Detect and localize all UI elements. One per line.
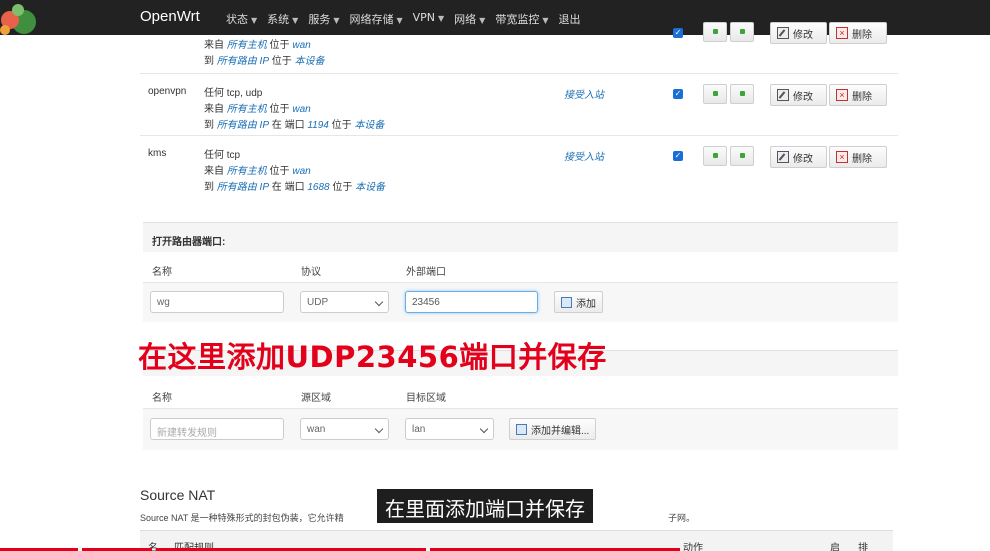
edit-icon [777,27,789,39]
col-external-port: 外部端口 [406,267,446,278]
add-port-button[interactable]: 添加 [554,291,603,313]
snat-description-tail: 子网。 [668,513,696,523]
menu-network[interactable]: 网络 ▼ [454,11,485,27]
dest-zone-select[interactable]: lan [405,418,494,440]
add-icon [516,423,527,435]
col-enable: 启 [830,543,840,551]
sort-buttons [703,146,754,166]
move-up-button[interactable] [703,84,727,104]
divider [140,135,898,136]
move-down-button[interactable] [730,22,754,42]
chevron-down-icon: ▼ [333,16,340,25]
delete-button[interactable]: × 删除 [829,22,887,44]
col-action: 动作 [683,543,703,551]
col-source-zone: 源区域 [301,393,331,404]
delete-icon: × [836,27,848,39]
rule-action: 接受入站 [564,152,604,163]
menu-system[interactable]: 系统 ▼ [267,11,298,27]
sort-buttons [703,84,754,104]
col-name: 名称 [152,393,172,404]
divider [140,73,898,74]
menu-bandwidth[interactable]: 带宽监控 ▼ [495,11,548,27]
enable-checkbox[interactable]: ✓ [673,151,683,161]
rule-match: 来自 所有主机 位于 wan 到 所有路由 IP 位于 本设备 [204,40,325,67]
chevron-down-icon: ▼ [251,16,258,25]
chevron-down-icon: ▼ [292,16,299,25]
sort-buttons [703,22,754,42]
snat-title: Source NAT [140,487,216,503]
enable-checkbox[interactable]: ✓ [673,89,683,99]
video-subtitle: 在里面添加端口并保存 [377,489,593,523]
enable-checkbox[interactable]: ✓ [673,28,683,38]
delete-button[interactable]: × 删除 [829,146,887,168]
menu-services[interactable]: 服务 ▼ [308,11,339,27]
rule-match: 任何 tcp 来自 所有主机 位于 wan 到 所有路由 IP 在 端口 168… [204,150,386,193]
move-up-button[interactable] [703,22,727,42]
external-port-input[interactable]: 23456 [405,291,538,313]
add-and-edit-button[interactable]: 添加并编辑... [509,418,597,440]
chevron-down-icon: ▼ [396,16,403,25]
menu-logout[interactable]: 退出 [558,11,580,27]
menu-status[interactable]: 状态 ▼ [226,11,257,27]
col-name: 名称 [152,267,172,278]
chevron-down-icon: ▼ [479,16,486,25]
main-menu: 状态 ▼ 系统 ▼ 服务 ▼ 网络存储 ▼ VPN ▼ 网络 ▼ 带宽监控 ▼ 退出 [226,11,580,27]
rule-name: kms [148,148,167,159]
logo-icon [0,4,36,35]
rule-name: openvpn [148,86,187,97]
col-sort: 排 [858,543,868,551]
snat-description: Source NAT 是一种特殊形式的封包伪装，它允许精 [140,513,344,523]
move-down-button[interactable] [730,84,754,104]
chevron-down-icon: ▼ [542,16,549,25]
open-ports-header: 打开路由器端口: [143,222,898,252]
col-protocol: 协议 [301,267,321,278]
edit-button[interactable]: 修改 [770,22,827,44]
delete-button[interactable]: × 删除 [829,84,887,106]
menu-nas[interactable]: 网络存储 ▼ [349,11,402,27]
chevron-down-icon: ▼ [438,14,445,23]
source-zone-select[interactable]: wan [300,418,389,440]
move-up-button[interactable] [703,146,727,166]
port-name-input[interactable]: wg [150,291,284,313]
delete-icon: × [836,89,848,101]
menu-vpn[interactable]: VPN ▼ [413,11,445,27]
brand-title[interactable]: OpenWrt [140,8,200,25]
table-row: 来自 所有主机 位于 wan 到 所有路由 IP 位于 本设备 ✓ 修改 × 删除 [140,22,900,67]
delete-icon: × [836,151,848,163]
rule-action: 接受入站 [564,90,604,101]
add-icon [561,296,572,308]
protocol-select[interactable]: UDP [300,291,389,313]
forward-name-input[interactable]: 新建转发规则 [150,418,284,440]
edit-icon [777,89,789,101]
move-down-button[interactable] [730,146,754,166]
edit-icon [777,151,789,163]
edit-button[interactable]: 修改 [770,146,827,168]
overlay-caption: 在这里添加UDP23456端口并保存 [138,340,607,374]
edit-button[interactable]: 修改 [770,84,827,106]
table-row: openvpn 任何 tcp, udp 来自 所有主机 位于 wan 到 所有路… [140,84,900,131]
table-row: kms 任何 tcp 来自 所有主机 位于 wan 到 所有路由 IP 在 端口… [140,146,900,193]
col-dest-zone: 目标区域 [406,393,446,404]
rule-match: 任何 tcp, udp 来自 所有主机 位于 wan 到 所有路由 IP 在 端… [204,88,385,131]
